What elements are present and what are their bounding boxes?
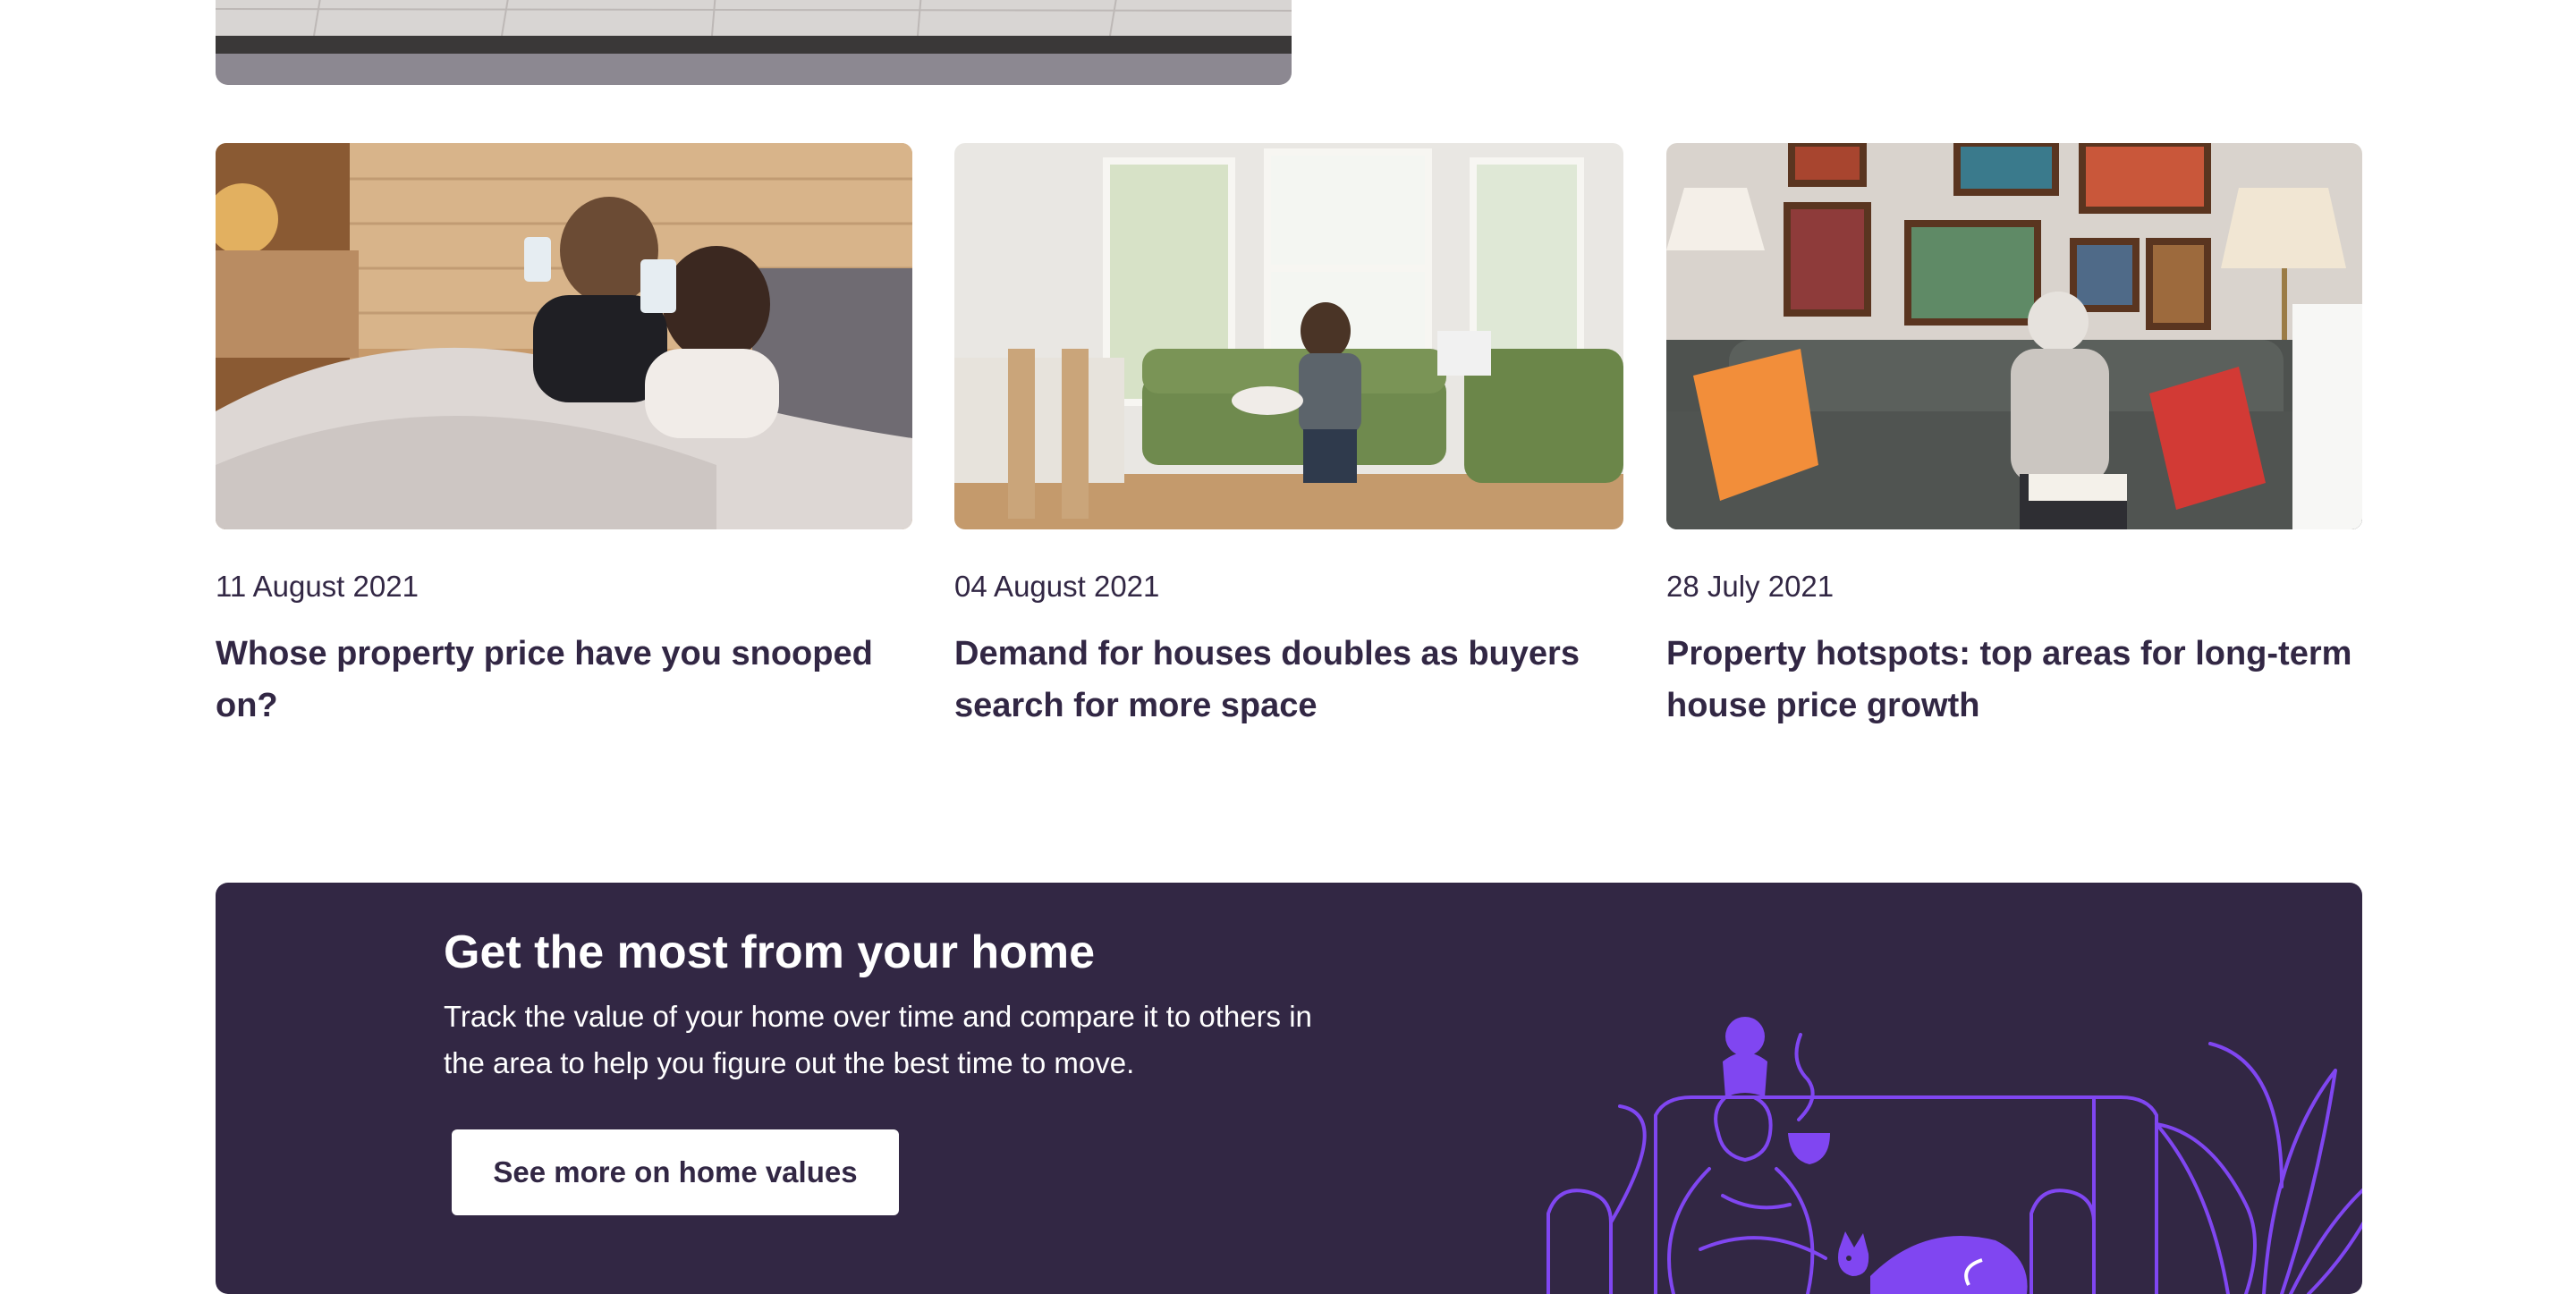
see-more-home-values-button[interactable]: See more on home values [452, 1129, 899, 1215]
article-date: 11 August 2021 [216, 570, 419, 603]
promo-description: Track the value of your home over time a… [444, 1000, 1312, 1079]
article-card[interactable]: 28 July 2021 Property hotspots: top area… [1666, 143, 2362, 732]
woman-on-sofa-with-cat-illustration [1546, 1017, 2362, 1294]
article-date: 04 August 2021 [954, 570, 1160, 603]
promo-title: Get the most from your home [444, 926, 1096, 978]
article-title-link[interactable]: Property hotspots: top areas for long-te… [1666, 628, 2362, 732]
article-image-man-with-baby-on-sofa[interactable] [954, 143, 1623, 529]
article-image-woman-reading-on-sofa[interactable] [1666, 143, 2362, 529]
article-title-link[interactable]: Whose property price have you snooped on… [216, 628, 912, 732]
home-values-promo-banner: Get the most from your home Track the va… [216, 883, 2362, 1294]
article-title-link[interactable]: Demand for houses doubles as buyers sear… [954, 628, 1623, 732]
article-date: 28 July 2021 [1666, 570, 1835, 603]
article-image-pavement[interactable] [216, 0, 1292, 85]
article-card[interactable]: 11 August 2021 Whose property price have… [216, 143, 912, 732]
article-card[interactable]: 04 August 2021 Demand for houses doubles… [954, 143, 1623, 732]
article-image-couple-in-bed[interactable] [216, 143, 912, 529]
